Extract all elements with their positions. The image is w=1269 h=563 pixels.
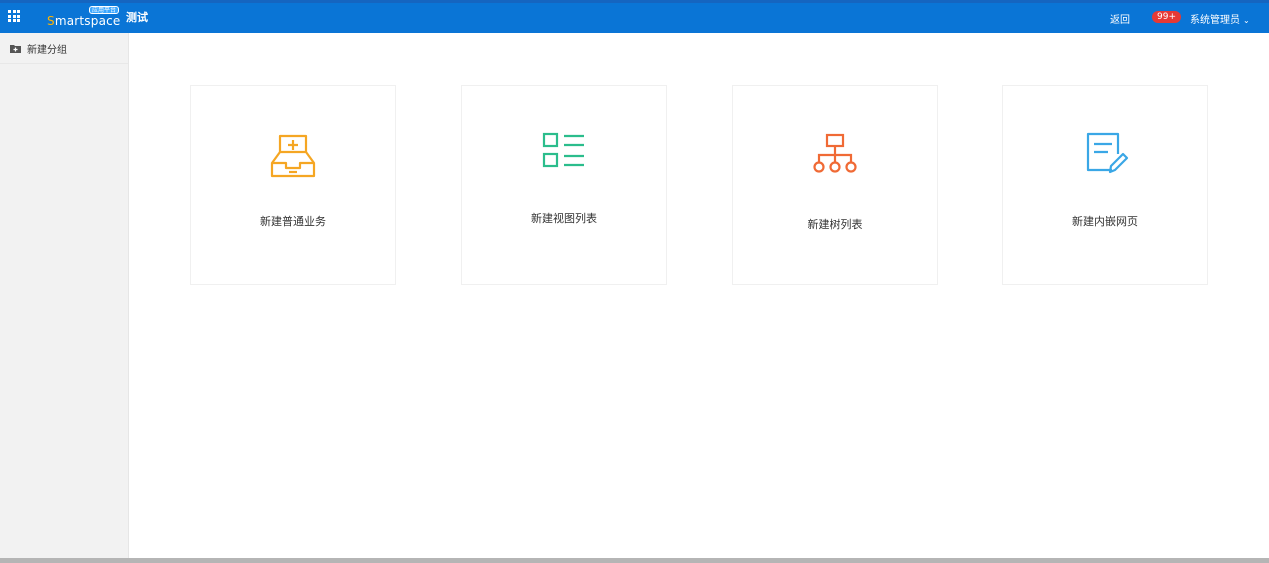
- sidebar-item-label: 新建分组: [27, 44, 67, 56]
- user-menu[interactable]: 系统管理员 ⌄: [1190, 11, 1250, 26]
- user-name: 系统管理员: [1190, 15, 1240, 26]
- inbox-add-icon: [270, 134, 316, 178]
- folder-add-icon: [10, 44, 21, 53]
- new-view-list-card[interactable]: 新建视图列表: [461, 85, 667, 285]
- card-label: 新建内嵌网页: [1072, 215, 1138, 228]
- app-window: 应用平台 Smartspace 测试 返回 99+ 系统管理员 ⌄ 新建分组 新…: [0, 0, 1269, 558]
- card-label: 新建普通业务: [260, 215, 326, 228]
- back-link[interactable]: 返回: [1110, 11, 1130, 26]
- edit-page-icon: [1086, 132, 1129, 174]
- notification-badge[interactable]: 99+: [1152, 11, 1181, 23]
- new-business-card[interactable]: 新建普通业务: [190, 85, 396, 285]
- top-bar: 应用平台 Smartspace 测试 返回 99+ 系统管理员 ⌄: [0, 0, 1269, 33]
- app-title: 测试: [126, 11, 148, 24]
- card-label: 新建视图列表: [531, 212, 597, 225]
- new-group-button[interactable]: 新建分组: [0, 33, 128, 64]
- logo-badge: 应用平台: [89, 6, 120, 14]
- card-label: 新建树列表: [807, 218, 863, 231]
- apps-grid-icon[interactable]: [8, 10, 20, 22]
- new-tree-list-card[interactable]: 新建树列表: [732, 85, 938, 285]
- chevron-down-icon: ⌄: [1243, 16, 1250, 25]
- view-list-icon: [542, 132, 584, 168]
- tree-icon: [813, 133, 857, 173]
- sidebar: 新建分组: [0, 33, 129, 558]
- window-bottom-edge: [0, 558, 1269, 563]
- new-embedded-page-card[interactable]: 新建内嵌网页: [1002, 85, 1208, 285]
- logo-text: Smartspace: [47, 14, 121, 28]
